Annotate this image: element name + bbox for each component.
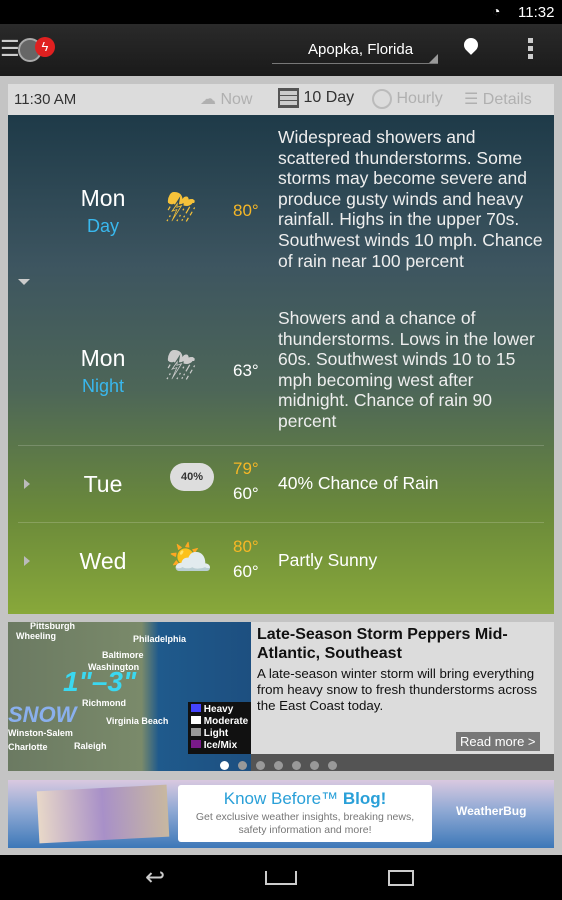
legend-item: Moderate: [203, 716, 249, 727]
map-city: Philadelphia: [133, 634, 187, 644]
expand-arrow-icon: [24, 479, 30, 489]
ad-photos-image: [36, 784, 170, 844]
forecast-row-mon-night[interactable]: Mon Night ⛈ 63° Showers and a chance of …: [8, 300, 554, 445]
forecast-summary: 40% Chance of Rain: [278, 473, 439, 493]
map-city: Virginia Beach: [106, 716, 169, 726]
snow-amount-label: 1"–3": [63, 666, 137, 697]
rain-chance-badge: 40%: [180, 471, 204, 483]
pager-dot[interactable]: [256, 761, 265, 770]
pager-dot[interactable]: [310, 761, 319, 770]
tab-hourly[interactable]: Hourly: [372, 89, 443, 109]
forecast-description: Widespread showers and scattered thunder…: [278, 127, 543, 271]
pager-dot[interactable]: [274, 761, 283, 770]
map-city: Wheeling: [16, 631, 56, 641]
sun-thunderstorm-icon: ⛈: [166, 187, 197, 229]
map-city: Charlotte: [8, 742, 48, 752]
location-label: Apopka, Florida: [308, 41, 414, 58]
tab-details[interactable]: ☰ Details: [464, 89, 532, 109]
news-carousel[interactable]: Pittsburgh Wheeling Philadelphia Baltimo…: [8, 622, 554, 771]
ad-title-bold: Blog!: [342, 789, 387, 808]
thunderstorm-icon: ⛈: [166, 345, 197, 387]
location-dropdown[interactable]: Apopka, Florida: [272, 36, 438, 64]
period-label: Night: [81, 376, 125, 396]
forecast-description: Showers and a chance of thunderstorms. L…: [278, 308, 535, 431]
tab-10-day[interactable]: 10 Day: [278, 88, 354, 108]
read-more-button[interactable]: Read more >: [456, 732, 540, 751]
tab-label: 10 Day: [303, 89, 355, 107]
dropdown-corner-icon: [429, 54, 438, 63]
map-legend: Heavy Moderate Light Ice/Mix: [188, 702, 251, 754]
forecast-row-tue[interactable]: Tue 40% 79° 60° 40% Chance of Rain: [8, 446, 554, 522]
day-label: Mon: [80, 345, 126, 371]
clock-icon: [372, 89, 392, 109]
map-city: Raleigh: [74, 741, 107, 751]
back-icon[interactable]: ↩: [145, 863, 165, 892]
high-temp: 80°: [233, 201, 259, 220]
rain-40-icon: 40%: [170, 463, 214, 491]
high-temp: 79°: [233, 459, 259, 478]
high-temp: 80°: [233, 537, 259, 556]
ad-banner[interactable]: Know Before™ Blog! Get exclusive weather…: [8, 780, 554, 848]
recents-icon[interactable]: [388, 870, 414, 886]
calendar-icon: [278, 88, 299, 108]
forecast-row-wed[interactable]: Wed ⛅ 80° 60° Partly Sunny: [8, 523, 554, 599]
weatherbug-brand-logo: WeatherBug: [456, 804, 527, 818]
menu-icon[interactable]: ☰: [0, 36, 20, 62]
pager-dot[interactable]: [292, 761, 301, 770]
location-pin-icon[interactable]: [461, 35, 481, 55]
pager-dot[interactable]: [238, 761, 247, 770]
news-title[interactable]: Late-Season Storm Peppers Mid-Atlantic, …: [257, 625, 547, 663]
navigation-bar: ↩: [0, 855, 562, 900]
low-temp: 63°: [233, 361, 259, 380]
ad-title: Know Before™: [223, 789, 339, 808]
pager-dot[interactable]: [328, 761, 337, 770]
ad-text: Get exclusive weather insights, breaking…: [195, 811, 415, 836]
map-city: Pittsburgh: [30, 622, 75, 631]
forecast-panel: Mon Day ⛈ 80° Widespread showers and sca…: [8, 115, 554, 614]
legend-item: Ice/Mix: [203, 740, 238, 751]
partly-sunny-icon: ⛅: [168, 537, 213, 578]
snow-label: SNOW: [8, 702, 77, 727]
sun-cloud-icon: ☁: [200, 91, 216, 108]
status-bar: ◔ 11:32: [0, 0, 562, 24]
tab-bar: 11:30 AM ☁ Now 10 Day Hourly ☰ Details: [8, 84, 554, 115]
map-city: Baltimore: [102, 650, 144, 660]
overflow-menu-icon[interactable]: [528, 38, 533, 60]
legend-item: Light: [203, 728, 229, 739]
day-label: Wed: [79, 548, 127, 574]
news-map-image: Pittsburgh Wheeling Philadelphia Baltimo…: [8, 622, 251, 771]
news-body: A late-season winter storm will bring ev…: [257, 666, 538, 713]
status-time: 11:32: [518, 4, 555, 21]
pager-dot-active[interactable]: [220, 761, 229, 770]
tab-label: Details: [482, 91, 532, 108]
ad-card: Know Before™ Blog! Get exclusive weather…: [178, 785, 432, 842]
legend-item: Heavy: [203, 704, 234, 715]
list-icon: ☰: [464, 91, 479, 108]
action-bar: ☰ ϟ Apopka, Florida: [0, 24, 562, 76]
low-temp: 60°: [233, 562, 259, 581]
day-label: Mon: [80, 185, 126, 211]
day-label: Tue: [83, 471, 123, 497]
wifi-icon: ◔: [492, 3, 501, 19]
expand-arrow-icon: [24, 556, 30, 566]
tab-label: Hourly: [396, 90, 443, 108]
map-city: Richmond: [82, 698, 126, 708]
current-time: 11:30 AM: [14, 91, 77, 108]
period-label: Day: [86, 216, 119, 236]
carousel-pager: [220, 757, 346, 770]
tab-now[interactable]: ☁ Now: [200, 89, 252, 109]
spark-alert-icon[interactable]: ϟ: [35, 37, 55, 57]
low-temp: 60°: [233, 484, 259, 503]
map-city: Winston-Salem: [8, 728, 73, 738]
forecast-summary: Partly Sunny: [278, 550, 378, 570]
home-icon[interactable]: [265, 871, 297, 885]
forecast-row-mon-day[interactable]: Mon Day ⛈ 80° Widespread showers and sca…: [8, 115, 554, 300]
tab-label: Now: [220, 91, 253, 108]
